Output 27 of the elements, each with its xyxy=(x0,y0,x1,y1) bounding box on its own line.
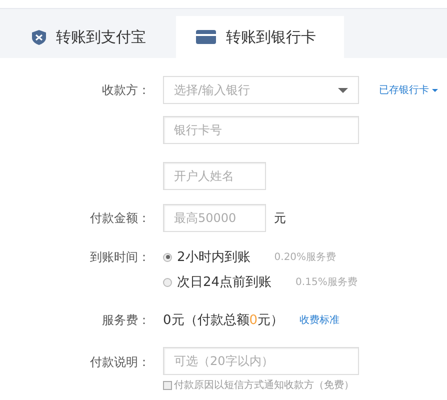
checkbox[interactable] xyxy=(163,380,172,390)
radio-option[interactable]: 次日24点前到账 xyxy=(163,273,272,291)
fee-text: 0元（付款总额 xyxy=(163,312,250,329)
tab[interactable]: 转账到银行卡 xyxy=(176,16,344,58)
field-label: 服务费： xyxy=(101,312,150,328)
fee-standard-link[interactable]: 收费标准 xyxy=(300,313,340,327)
radio-option[interactable]: 2小时内到账 xyxy=(163,248,250,266)
note-field[interactable]: 可选（20字以内） xyxy=(163,347,359,375)
amount-field[interactable]: 最高50000 xyxy=(163,204,266,232)
fee-note: 0.20%服务费 xyxy=(274,250,336,264)
card-icon xyxy=(196,30,216,44)
caret-icon xyxy=(338,88,348,92)
saved-cards-link[interactable]: 已存银行卡 xyxy=(379,83,438,97)
checkbox-label: 付款原因以短信方式通知收款方（免费） xyxy=(174,378,354,392)
total-amount: 0 xyxy=(249,312,258,328)
fee-text: 元） xyxy=(258,312,284,329)
unit-label: 元 xyxy=(274,210,286,226)
account-name-field[interactable]: 开户人姓名 xyxy=(163,162,266,190)
field-label: 付款说明： xyxy=(89,354,150,371)
field-label: 收款方： xyxy=(101,82,150,98)
field-label: 到账时间： xyxy=(89,248,150,266)
tab[interactable]: 转账到支付宝 xyxy=(10,16,168,58)
fee-note: 0.15%服务费 xyxy=(296,276,358,289)
caret-icon xyxy=(432,88,438,92)
card-number-field[interactable]: 银行卡号 xyxy=(163,116,359,144)
shield-icon xyxy=(32,30,46,44)
field-label: 付款金额： xyxy=(89,210,150,226)
